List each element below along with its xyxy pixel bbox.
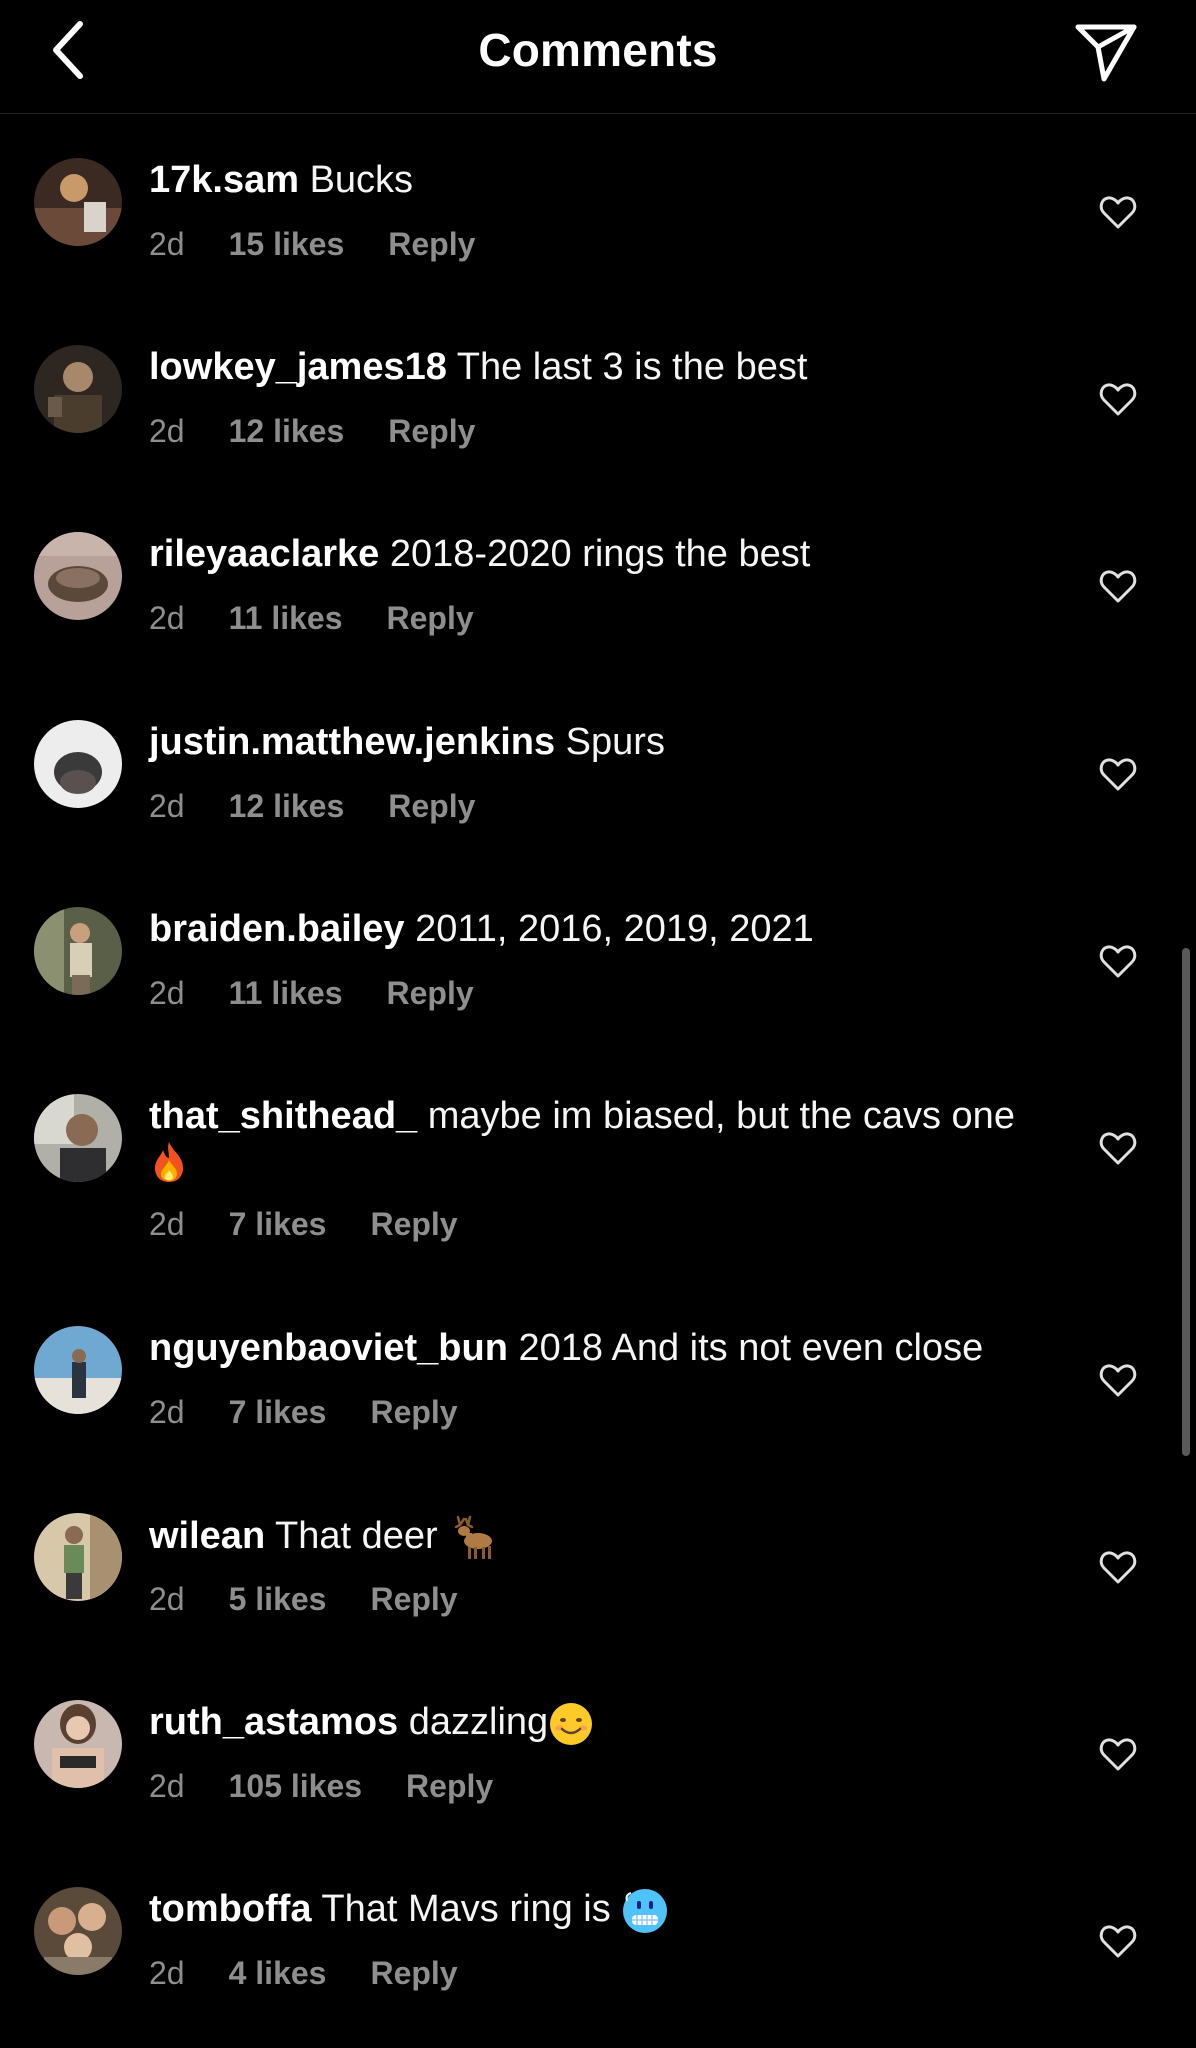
- reply-button[interactable]: Reply: [388, 226, 475, 262]
- heart-icon[interactable]: [1098, 1734, 1138, 1774]
- comment-text: Spurs: [565, 721, 665, 763]
- comment-text: 2018 And its not even close: [518, 1327, 984, 1369]
- heart-icon[interactable]: [1098, 566, 1138, 606]
- comment-text: Bucks: [309, 159, 414, 201]
- heart-icon[interactable]: [1098, 754, 1138, 794]
- comment-time: 2d: [149, 788, 185, 824]
- comment-username[interactable]: that_shithead_: [149, 1095, 417, 1137]
- comment-likes[interactable]: 11 likes: [229, 600, 343, 636]
- comment-time: 2d: [149, 1955, 185, 1991]
- comment-username[interactable]: wilean: [149, 1515, 265, 1557]
- reply-button[interactable]: Reply: [370, 1955, 457, 1991]
- heart-icon[interactable]: [1098, 1360, 1138, 1400]
- comment-username[interactable]: tomboffa: [149, 1888, 312, 1930]
- comment-text: dazzling: [408, 1701, 549, 1743]
- reply-button[interactable]: Reply: [370, 1581, 457, 1617]
- avatar[interactable]: [34, 1700, 122, 1788]
- comment-likes[interactable]: 105 likes: [229, 1768, 362, 1804]
- comment-time: 2d: [149, 226, 185, 262]
- reply-button[interactable]: Reply: [386, 975, 473, 1011]
- heart-icon[interactable]: [1098, 1128, 1138, 1168]
- comment-likes[interactable]: 15 likes: [229, 226, 345, 262]
- paper-plane-icon: [1075, 24, 1137, 82]
- comment-time: 2d: [149, 413, 185, 449]
- deer-emoji: [455, 1515, 493, 1559]
- fire-emoji: [155, 1141, 183, 1182]
- reply-button[interactable]: Reply: [388, 413, 475, 449]
- comment-username[interactable]: justin.matthew.jenkins: [149, 721, 555, 763]
- reply-button[interactable]: Reply: [406, 1768, 493, 1804]
- page-title: Comments: [478, 24, 718, 76]
- comment-text: 2011, 2016, 2019, 2021: [415, 908, 814, 950]
- heart-icon[interactable]: [1098, 1921, 1138, 1961]
- avatar[interactable]: [34, 720, 122, 808]
- avatar[interactable]: [34, 1094, 122, 1182]
- avatar[interactable]: [34, 345, 122, 433]
- comment-username[interactable]: nguyenbaoviet_bun: [149, 1327, 508, 1369]
- comment-username[interactable]: 17k.sam: [149, 159, 299, 201]
- avatar[interactable]: [34, 1326, 122, 1414]
- comment-username[interactable]: rileyaaclarke: [149, 533, 379, 575]
- comment-likes[interactable]: 7 likes: [229, 1206, 327, 1242]
- comment-likes[interactable]: 11 likes: [229, 975, 343, 1011]
- comment-time: 2d: [149, 1768, 185, 1804]
- comment-time: 2d: [149, 1206, 185, 1242]
- avatar[interactable]: [34, 907, 122, 995]
- cold-face-emoji: [623, 1889, 668, 1933]
- avatar[interactable]: [34, 1513, 122, 1601]
- avatar[interactable]: [34, 532, 122, 620]
- comment-time: 2d: [149, 600, 185, 636]
- avatar[interactable]: [34, 158, 122, 246]
- reply-button[interactable]: Reply: [388, 788, 475, 824]
- comment-username[interactable]: ruth_astamos: [149, 1701, 398, 1743]
- comment-likes[interactable]: 12 likes: [229, 788, 345, 824]
- comment-text: That deer: [275, 1515, 438, 1558]
- heart-icon[interactable]: [1098, 379, 1138, 419]
- smiling-face-emoji: [550, 1702, 593, 1745]
- top-bar: Comments: [0, 0, 1196, 114]
- comment-username[interactable]: braiden.bailey: [149, 908, 405, 950]
- heart-icon[interactable]: [1098, 941, 1138, 981]
- comment-time: 2d: [149, 1394, 185, 1430]
- comment-username[interactable]: lowkey_james18: [149, 346, 447, 388]
- comment-text: That Mavs ring is: [321, 1888, 611, 1931]
- comment-time: 2d: [149, 975, 185, 1011]
- comment-time: 2d: [149, 1581, 185, 1617]
- reply-button[interactable]: Reply: [386, 600, 473, 636]
- share-button[interactable]: [1068, 16, 1144, 88]
- comment-text: 2018-2020 rings the best: [389, 533, 811, 575]
- comment-likes[interactable]: 7 likes: [229, 1394, 327, 1430]
- comment-likes[interactable]: 12 likes: [229, 413, 345, 449]
- comment-likes[interactable]: 4 likes: [229, 1955, 327, 1991]
- comment-text: The last 3 is the best: [456, 346, 808, 388]
- reply-button[interactable]: Reply: [370, 1394, 457, 1430]
- reply-button[interactable]: Reply: [370, 1206, 457, 1242]
- heart-icon[interactable]: [1098, 192, 1138, 232]
- avatar[interactable]: [34, 1887, 122, 1975]
- comment-likes[interactable]: 5 likes: [229, 1581, 327, 1617]
- comment-text: maybe im biased, but the cavs one: [427, 1095, 1015, 1137]
- scrollbar[interactable]: [1182, 948, 1190, 1456]
- heart-icon[interactable]: [1098, 1547, 1138, 1587]
